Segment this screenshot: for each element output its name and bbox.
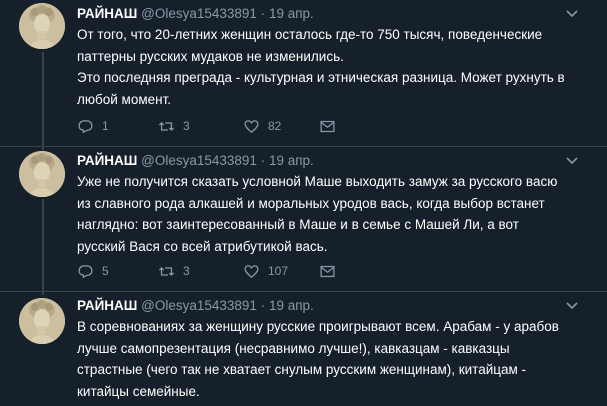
tweet-actions: 5 3 107 (77, 262, 377, 280)
retweet-button[interactable]: 3 (158, 262, 190, 280)
tweet-text-line: страстные (чего так не хватает снулым ру… (77, 362, 527, 377)
envelope-icon (320, 265, 335, 277)
reply-icon (78, 119, 93, 133)
dm-button[interactable] (319, 117, 344, 135)
tweet-date[interactable]: 19 апр. (269, 6, 314, 21)
retweet-icon (158, 121, 175, 131)
chevron-down-icon[interactable] (565, 153, 579, 167)
separator: · (260, 6, 266, 21)
tweet-text: От того, что 20-летних женщин осталось г… (77, 24, 582, 110)
handle[interactable]: @Olesya15433891 (141, 153, 257, 168)
tweet-text-line: любой момент. (77, 91, 172, 107)
retweet-button[interactable]: 3 (158, 117, 190, 135)
retweet-count: 3 (183, 119, 190, 133)
handle[interactable]: @Olesya15433891 (141, 6, 257, 21)
handle[interactable]: @Olesya15433891 (141, 298, 257, 313)
tweet-header: РАЙНАШ @Olesya15433891 · 19 апр. (77, 6, 314, 24)
tweet-text: В соревнованиях за женщину русские проиг… (77, 316, 582, 402)
tweet-text-line: наглядно: вот заинтересованный в Маше и … (77, 217, 519, 232)
tweet-text-line: лучше самопрезентация (несравнимо лучше!… (77, 340, 510, 356)
tweet-text: Уже не получится сказать условной Маше в… (77, 171, 582, 257)
tweet-date[interactable]: 19 апр. (269, 298, 314, 313)
tweet-text-line: китайцы семейные. (77, 383, 200, 399)
avatar[interactable] (19, 298, 65, 344)
thread-line (42, 52, 44, 146)
like-count: 82 (268, 119, 282, 133)
like-count: 107 (268, 264, 289, 278)
statue-avatar-icon (19, 151, 65, 197)
tweet-text-line: Это последняя преграда - культурная и эт… (77, 70, 565, 85)
tweet-date[interactable]: 19 апр. (269, 153, 314, 168)
like-button[interactable]: 82 (243, 117, 281, 135)
tweet[interactable]: РАЙНАШ @Olesya15433891 · 19 апр. Уже не … (0, 147, 607, 291)
reply-icon (78, 264, 93, 278)
tweet-text-line: От того, что 20-летних женщин осталось г… (77, 27, 543, 42)
retweet-count: 3 (183, 264, 190, 278)
avatar[interactable] (19, 151, 65, 197)
tweet-header: РАЙНАШ @Olesya15433891 · 19 апр. (77, 298, 314, 316)
dm-button[interactable] (319, 262, 344, 280)
chevron-down-icon[interactable] (565, 298, 579, 312)
tweet-text-line: паттерны русских мудаков не изменились. (77, 48, 344, 64)
retweet-icon (158, 266, 175, 276)
reply-button[interactable]: 1 (77, 117, 109, 135)
tweet-actions: 1 3 82 (77, 117, 377, 135)
chevron-down-icon[interactable] (565, 6, 579, 20)
tweet[interactable]: РАЙНАШ @Olesya15433891 · 19 апр. В сорев… (0, 292, 607, 406)
display-name[interactable]: РАЙНАШ (77, 153, 137, 168)
display-name[interactable]: РАЙНАШ (77, 6, 137, 21)
separator: · (260, 298, 266, 313)
tweet-text-line: русский Вася со всей атрибутикой вась. (77, 238, 328, 254)
like-button[interactable]: 107 (243, 262, 288, 280)
thread-line (42, 199, 44, 291)
thread-line (42, 292, 44, 295)
reply-count: 1 (102, 119, 109, 133)
tweet-header: РАЙНАШ @Olesya15433891 · 19 апр. (77, 153, 314, 171)
reply-button[interactable]: 5 (77, 262, 109, 280)
display-name[interactable]: РАЙНАШ (77, 298, 137, 313)
thread-line (42, 147, 44, 150)
statue-avatar-icon (19, 298, 65, 344)
avatar[interactable] (19, 3, 65, 49)
tweet-text-line: Уже не получится сказать условной Маше в… (77, 174, 558, 189)
separator: · (260, 153, 266, 168)
statue-avatar-icon (19, 3, 65, 49)
heart-icon (244, 119, 259, 133)
envelope-icon (320, 120, 335, 132)
tweet-text-line: В соревнованиях за женщину русские проиг… (77, 319, 559, 334)
tweet[interactable]: РАЙНАШ @Olesya15433891 · 19 апр. От того… (0, 0, 607, 146)
heart-icon (244, 264, 259, 278)
reply-count: 5 (102, 264, 109, 278)
tweet-text-line: из славного рода алкашей и моральных уро… (77, 195, 545, 211)
